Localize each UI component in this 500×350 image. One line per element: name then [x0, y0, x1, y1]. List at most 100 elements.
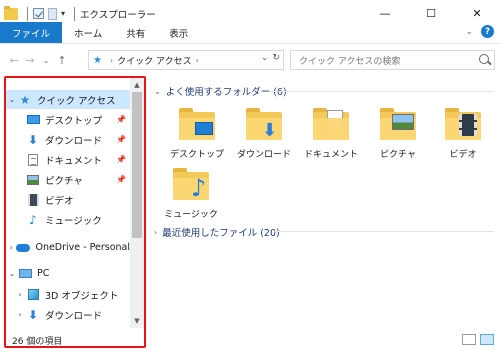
pin-icon: 📌	[116, 175, 126, 184]
document-icon	[26, 153, 40, 166]
refresh-icon[interactable]: ↻	[272, 53, 280, 63]
nav-item-pc[interactable]: ⌄ PC	[6, 264, 130, 283]
section-title: よく使用するフォルダー (6)	[165, 87, 287, 98]
nav-item-label: 3D オブジェクト	[45, 290, 119, 302]
nav-item-label: ドキュメント	[45, 155, 103, 167]
folder-tile-pictures[interactable]: ピクチャ	[365, 104, 431, 170]
3d-objects-icon	[26, 289, 40, 301]
large-icons-view-icon[interactable]	[480, 334, 494, 345]
nav-item-label: デスクトップ	[45, 115, 103, 127]
tab-home[interactable]: ホーム	[62, 22, 114, 43]
nav-item-onedrive[interactable]: › OneDrive - Personal	[6, 238, 130, 257]
music-folder-icon: ♪	[173, 168, 209, 202]
search-icon[interactable]	[479, 54, 489, 64]
breadcrumb-separator[interactable]: ›	[196, 56, 199, 65]
pin-icon: 📌	[116, 115, 126, 124]
new-folder-icon[interactable]	[48, 7, 57, 20]
nav-item-downloads[interactable]: ⬇ ダウンロード 📌	[6, 130, 130, 149]
pin-icon: 📌	[116, 135, 126, 144]
recent-locations-button[interactable]: ⌄	[38, 56, 54, 65]
forward-button[interactable]: →	[22, 54, 38, 67]
folder-tile-desktop[interactable]: デスクトップ	[164, 104, 230, 170]
folder-label: ダウンロード	[236, 150, 291, 160]
expand-icon[interactable]: ›	[14, 290, 26, 299]
navigation-pane: ⌄ ★ クイック アクセス デスクトップ 📌 ⬇ ダウンロード 📌 ドキュメント…	[4, 76, 146, 348]
nav-item-label: ビデオ	[45, 195, 74, 207]
nav-item-desktop[interactable]: デスクトップ 📌	[6, 110, 130, 129]
cloud-icon	[16, 242, 31, 254]
star-icon: ★	[93, 54, 102, 66]
expand-icon[interactable]: ›	[14, 310, 26, 319]
folder-tile-music[interactable]: ♪ ミュージック	[158, 164, 224, 230]
nav-item-3d-objects[interactable]: › 3D オブジェクト	[6, 285, 130, 304]
breadcrumb-separator[interactable]: ›	[110, 56, 113, 65]
nav-item-quick-access[interactable]: ⌄ ★ クイック アクセス	[6, 90, 130, 109]
nav-item-pc-downloads[interactable]: › ⬇ ダウンロード	[6, 305, 130, 324]
nav-scrollbar[interactable]: ▲ ▼	[130, 78, 144, 328]
nav-item-label: ダウンロード	[45, 135, 103, 147]
scroll-down-icon[interactable]: ▼	[130, 314, 144, 328]
folder-label: ビデオ	[449, 150, 477, 160]
nav-item-label: ダウンロード	[45, 310, 103, 322]
breadcrumb[interactable]: クイック アクセス	[117, 54, 191, 67]
scroll-thumb[interactable]	[132, 92, 142, 238]
window-title: エクスプローラー	[80, 9, 156, 21]
address-dropdown-icon[interactable]: ⌄	[261, 53, 269, 63]
tab-view[interactable]: 表示	[157, 22, 200, 43]
help-icon[interactable]: ?	[481, 25, 494, 38]
recent-files-header[interactable]: › 最近使用したファイル (20)	[154, 225, 280, 240]
expand-ribbon-icon[interactable]: ⌄	[465, 27, 473, 37]
tab-share[interactable]: 共有	[114, 22, 157, 43]
customize-toolbar-icon[interactable]: ▾	[61, 9, 65, 18]
divider	[27, 6, 28, 21]
details-view-icon[interactable]	[462, 334, 476, 345]
pictures-folder-icon	[380, 108, 416, 140]
nav-item-videos[interactable]: ビデオ	[6, 190, 130, 209]
folder-label: デスクトップ	[169, 150, 224, 160]
nav-item-music[interactable]: ♪ ミュージック	[6, 210, 130, 229]
folder-tile-videos[interactable]: ビデオ	[430, 104, 496, 170]
section-title: 最近使用したファイル (20)	[162, 228, 280, 239]
nav-item-label: クイック アクセス	[37, 95, 116, 107]
address-field[interactable]: ★ › クイック アクセス › ⌄ ↻	[88, 50, 284, 70]
documents-folder-icon	[313, 108, 349, 140]
folder-tile-documents[interactable]: ドキュメント	[298, 104, 364, 170]
nav-item-pictures[interactable]: ピクチャ 📌	[6, 170, 130, 189]
properties-icon[interactable]	[33, 8, 44, 19]
download-icon: ⬇	[27, 132, 39, 147]
video-icon	[26, 193, 40, 206]
desktop-folder-icon	[179, 108, 215, 140]
picture-icon	[26, 174, 40, 186]
tab-file[interactable]: ファイル	[0, 22, 63, 43]
collapse-icon[interactable]: ⌄	[154, 87, 161, 96]
address-toolbar: ← → ⌄ ↑ ★ › クイック アクセス › ⌄ ↻ クイック アクセスの検索	[0, 48, 500, 72]
expand-icon[interactable]: ›	[6, 243, 16, 252]
frequent-folders-header[interactable]: ⌄ よく使用するフォルダー (6)	[154, 84, 287, 99]
divider	[74, 6, 76, 21]
star-icon: ★	[19, 92, 31, 107]
pin-icon: 📌	[116, 155, 126, 164]
pc-icon	[18, 268, 32, 280]
scroll-up-icon[interactable]: ▲	[130, 78, 144, 92]
expand-icon[interactable]: ›	[154, 228, 157, 237]
nav-item-label: OneDrive - Personal	[35, 242, 130, 253]
divider	[274, 231, 494, 232]
back-button[interactable]: ←	[6, 54, 22, 67]
folder-label: ミュージック	[164, 210, 218, 220]
folder-label: ピクチャ	[380, 150, 416, 160]
divider	[270, 91, 494, 92]
collapse-icon[interactable]: ⌄	[6, 269, 18, 278]
nav-item-documents[interactable]: ドキュメント 📌	[6, 150, 130, 169]
folder-label: ドキュメント	[303, 150, 358, 160]
desktop-icon	[26, 114, 40, 126]
collapse-icon[interactable]: ⌄	[6, 95, 18, 104]
nav-item-label: ミュージック	[45, 215, 102, 227]
up-button[interactable]: ↑	[54, 54, 70, 67]
search-input[interactable]: クイック アクセスの検索	[290, 50, 495, 70]
download-icon: ⬇	[27, 307, 39, 322]
search-placeholder: クイック アクセスの検索	[299, 56, 401, 67]
nav-item-label: PC	[37, 268, 50, 279]
item-count: 26 個の項目	[12, 337, 63, 347]
folder-icon[interactable]	[4, 5, 18, 20]
folder-tile-downloads[interactable]: ⬇ ダウンロード	[231, 104, 297, 170]
